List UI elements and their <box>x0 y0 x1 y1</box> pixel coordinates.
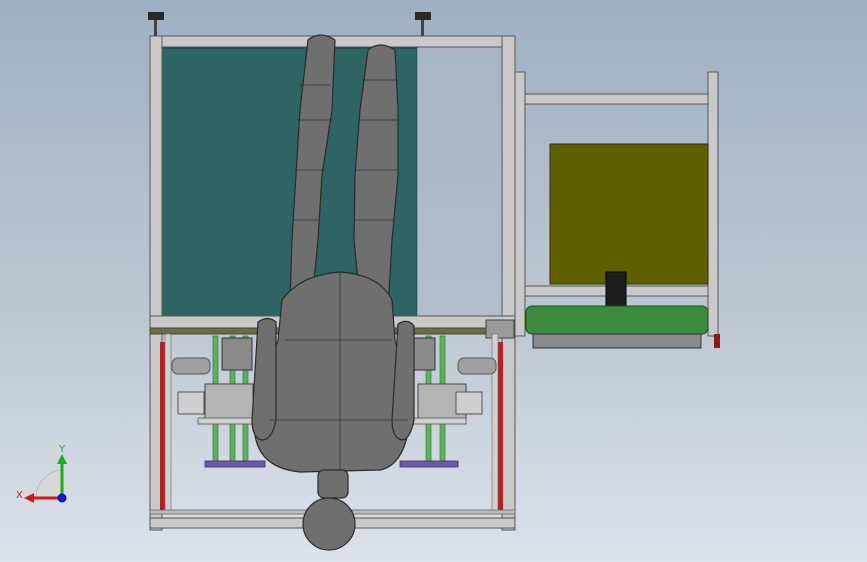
glass-panel <box>417 48 502 316</box>
rail-left <box>160 342 165 510</box>
motor <box>605 271 627 307</box>
plate-right <box>399 460 459 468</box>
conveyor <box>525 305 709 335</box>
olive-panel <box>549 143 709 285</box>
rail-right <box>498 342 503 510</box>
axis-x-label: X <box>16 490 23 501</box>
cad-assembly-view[interactable]: Y X <box>0 0 867 562</box>
3d-viewport[interactable]: Y X <box>0 0 867 562</box>
mount-right <box>415 12 431 20</box>
plate-left <box>204 460 266 468</box>
axis-triad: Y X <box>16 444 67 503</box>
axis-y-label: Y <box>58 444 66 455</box>
side-unit <box>514 71 720 349</box>
mount-left <box>148 12 164 20</box>
